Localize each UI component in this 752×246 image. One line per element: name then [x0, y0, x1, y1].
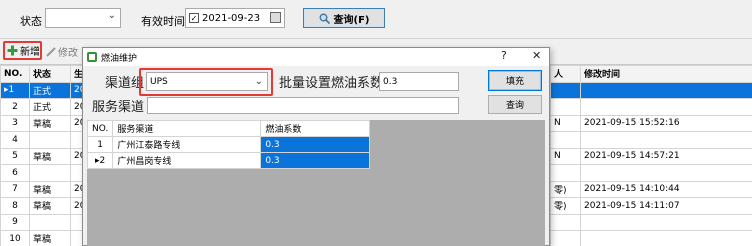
column-header[interactable]: NO.	[0, 65, 30, 83]
column-header[interactable]: NO.	[86, 120, 114, 137]
batch-fuel-value: 0.3	[383, 76, 398, 87]
cell-time	[580, 164, 752, 182]
cell-time: 2021-09-15 14:10:44	[580, 180, 752, 198]
plus-icon	[7, 45, 18, 56]
app-icon	[87, 52, 97, 62]
chevron-down-icon: ⌄	[107, 10, 116, 21]
column-header[interactable]: 服务渠道	[112, 120, 262, 137]
cell-status: 草稿	[29, 180, 71, 198]
close-icon[interactable]: ✕	[532, 49, 541, 62]
calendar-icon[interactable]	[270, 12, 281, 23]
cell-time	[580, 131, 752, 149]
cell: N	[550, 114, 581, 132]
row-number: 8	[0, 197, 30, 215]
cell-time: 2021-09-15 14:11:07	[580, 197, 752, 215]
dialog-titlebar: 燃油维护 ? ✕	[83, 48, 549, 66]
cell-time	[580, 213, 752, 231]
row-number: 9	[0, 213, 30, 231]
status-label: 状态	[20, 15, 42, 28]
cell-status: 草稿	[29, 114, 71, 132]
cell-status: 正式	[29, 98, 71, 116]
cell	[550, 81, 581, 99]
cell-fuel-factor[interactable]: 0.3	[260, 136, 371, 153]
channel-grid: NO. 服务渠道 燃油系数 1 广州江泰路专线 0.3 ▸2 广州昌岗专线 0.…	[86, 120, 545, 246]
cell	[550, 213, 581, 231]
channel-table: NO. 服务渠道 燃油系数 1 广州江泰路专线 0.3 ▸2 广州昌岗专线 0.…	[86, 120, 371, 169]
service-channel-input[interactable]	[147, 97, 459, 114]
cell-fuel-factor[interactable]: 0.3	[260, 152, 371, 169]
channel-group-select[interactable]: UPS ⌄	[146, 72, 268, 91]
date-picker[interactable]: ✓ 2021-09-23	[185, 8, 285, 28]
cell-status	[29, 164, 71, 182]
cell: 零)	[550, 197, 581, 215]
valid-time-label: 有效时间	[141, 15, 185, 28]
column-header[interactable]: 修改时间	[580, 65, 752, 83]
table-row[interactable]: ▸2 广州昌岗专线 0.3	[86, 152, 371, 169]
status-select[interactable]: ⌄	[45, 8, 121, 28]
filter-bar: 状态 ⌄ 有效时间 ✓ 2021-09-23 查询(F)	[0, 0, 752, 38]
query-button-label: 查询(F)	[333, 14, 370, 26]
add-button[interactable]: 新增	[3, 41, 42, 60]
cell-time	[580, 81, 752, 99]
row-number: 10	[0, 230, 30, 246]
magnifier-icon	[319, 13, 330, 24]
service-channel-label: 服务渠道	[92, 100, 145, 115]
fill-button[interactable]: 填充	[488, 70, 542, 91]
channel-group-value: UPS	[150, 76, 168, 87]
table-row[interactable]: 1 广州江泰路专线 0.3	[86, 136, 371, 153]
cell-time: 2021-09-15 14:57:21	[580, 147, 752, 165]
edit-button[interactable]: 修改	[46, 44, 78, 59]
cell-channel: 广州昌岗专线	[112, 152, 262, 169]
row-number: 2	[0, 98, 30, 116]
dialog-query-button-label: 查询	[505, 101, 524, 111]
cell-time	[580, 230, 752, 246]
cell-time: 2021-09-15 15:52:16	[580, 114, 752, 132]
fuel-maintenance-dialog: 燃油维护 ? ✕ 渠道组 UPS ⌄ 批量设置燃油系数 0.3 填充 服务渠道 …	[82, 47, 550, 246]
batch-fuel-input[interactable]: 0.3	[379, 72, 459, 91]
row-number: 1	[8, 85, 15, 96]
help-icon[interactable]: ?	[501, 49, 507, 62]
row-number: 7	[0, 180, 30, 198]
row-number: 6	[0, 164, 30, 182]
chevron-down-icon: ⌄	[254, 76, 263, 87]
cell	[550, 164, 581, 182]
cell-status: 正式	[29, 81, 71, 99]
column-header[interactable]: 燃油系数	[260, 120, 371, 137]
column-header[interactable]: 状态	[29, 65, 71, 83]
cell-status: 草稿	[29, 197, 71, 215]
date-checkbox[interactable]: ✓	[189, 13, 199, 23]
table-header: NO. 服务渠道 燃油系数	[86, 120, 371, 137]
cell: N	[550, 147, 581, 165]
dialog-title: 燃油维护	[101, 54, 138, 64]
cell-status	[29, 131, 71, 149]
batch-fuel-label: 批量设置燃油系数	[279, 76, 384, 91]
row-number: 5	[0, 147, 30, 165]
row-number: 1	[86, 136, 114, 153]
cell-status: 草稿	[29, 147, 71, 165]
date-value: 2021-09-23	[202, 12, 261, 24]
cell-time	[580, 98, 752, 116]
row-number: 3	[0, 114, 30, 132]
cell	[550, 230, 581, 246]
dialog-query-button[interactable]: 查询	[488, 95, 542, 114]
pencil-icon	[46, 46, 56, 57]
cell	[550, 131, 581, 149]
cell	[550, 98, 581, 116]
add-button-label: 新增	[20, 47, 40, 58]
query-button[interactable]: 查询(F)	[303, 8, 385, 28]
edit-button-label: 修改	[58, 48, 78, 59]
column-header[interactable]: 人	[550, 65, 581, 83]
fill-button-label: 填充	[505, 77, 524, 87]
cell-channel: 广州江泰路专线	[112, 136, 262, 153]
cell-status: 草稿	[29, 230, 71, 246]
cell: 零)	[550, 180, 581, 198]
row-number: 4	[0, 131, 30, 149]
cell-status	[29, 213, 71, 231]
row-number: 2	[99, 155, 106, 166]
